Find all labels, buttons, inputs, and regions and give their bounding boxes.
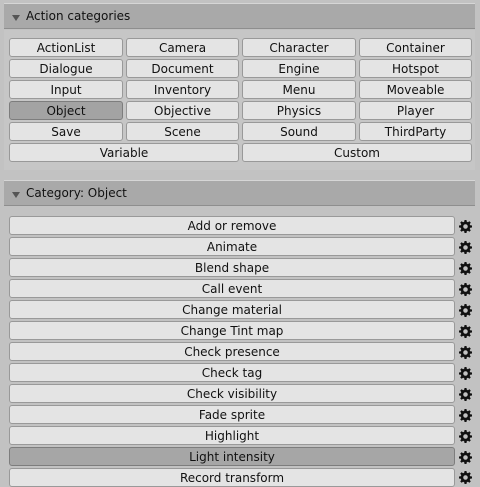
action-check-visibility-button[interactable]: Check visibility (9, 384, 455, 403)
gear-icon[interactable] (458, 303, 472, 317)
category-save-button[interactable]: Save (9, 122, 123, 141)
category-object-title: Category: Object (26, 186, 127, 200)
triangle-down-icon[interactable] (12, 191, 20, 198)
action-categories-title: Action categories (26, 9, 131, 23)
action-check-tag-button[interactable]: Check tag (9, 363, 455, 382)
triangle-down-icon[interactable] (12, 14, 20, 21)
gear-icon[interactable] (458, 470, 472, 484)
action-record-transform-button[interactable]: Record transform (9, 468, 455, 487)
category-document-button[interactable]: Document (126, 59, 239, 78)
action-animate-button[interactable]: Animate (9, 237, 455, 256)
category-menu-button[interactable]: Menu (242, 80, 356, 99)
category-thirdparty-button[interactable]: ThirdParty (359, 122, 472, 141)
category-variable-button[interactable]: Variable (9, 143, 239, 162)
category-dialogue-button[interactable]: Dialogue (9, 59, 123, 78)
category-actionlist-button[interactable]: ActionList (9, 38, 123, 57)
category-camera-button[interactable]: Camera (126, 38, 239, 57)
action-call-event-button[interactable]: Call event (9, 279, 455, 298)
gear-icon[interactable] (458, 261, 472, 275)
gear-icon[interactable] (458, 366, 472, 380)
category-object-button[interactable]: Object (9, 101, 123, 120)
category-physics-button[interactable]: Physics (242, 101, 356, 120)
gear-icon[interactable] (458, 345, 472, 359)
gear-icon[interactable] (458, 450, 472, 464)
category-custom-button[interactable]: Custom (242, 143, 472, 162)
gear-icon[interactable] (458, 282, 472, 296)
action-light-intensity-button[interactable]: Light intensity (9, 447, 455, 466)
category-inventory-button[interactable]: Inventory (126, 80, 239, 99)
action-change-material-button[interactable]: Change material (9, 300, 455, 319)
category-objective-button[interactable]: Objective (126, 101, 239, 120)
action-check-presence-button[interactable]: Check presence (9, 342, 455, 361)
gear-icon[interactable] (458, 429, 472, 443)
category-scene-button[interactable]: Scene (126, 122, 239, 141)
category-moveable-button[interactable]: Moveable (359, 80, 472, 99)
action-categories-header[interactable]: Action categories (4, 3, 475, 29)
category-object-header[interactable]: Category: Object (4, 180, 475, 206)
gear-icon[interactable] (458, 240, 472, 254)
category-engine-button[interactable]: Engine (242, 59, 356, 78)
action-change-tint-map-button[interactable]: Change Tint map (9, 321, 455, 340)
action-highlight-button[interactable]: Highlight (9, 426, 455, 445)
gear-icon[interactable] (458, 219, 472, 233)
action-add-or-remove-button[interactable]: Add or remove (9, 216, 455, 235)
category-hotspot-button[interactable]: Hotspot (359, 59, 472, 78)
gear-icon[interactable] (458, 324, 472, 338)
action-blend-shape-button[interactable]: Blend shape (9, 258, 455, 277)
action-fade-sprite-button[interactable]: Fade sprite (9, 405, 455, 424)
gear-icon[interactable] (458, 408, 472, 422)
categories-grid: ActionList Camera Character Container Di… (4, 30, 475, 170)
category-character-button[interactable]: Character (242, 38, 356, 57)
category-container-button[interactable]: Container (359, 38, 472, 57)
category-input-button[interactable]: Input (9, 80, 123, 99)
category-player-button[interactable]: Player (359, 101, 472, 120)
category-sound-button[interactable]: Sound (242, 122, 356, 141)
gear-icon[interactable] (458, 387, 472, 401)
